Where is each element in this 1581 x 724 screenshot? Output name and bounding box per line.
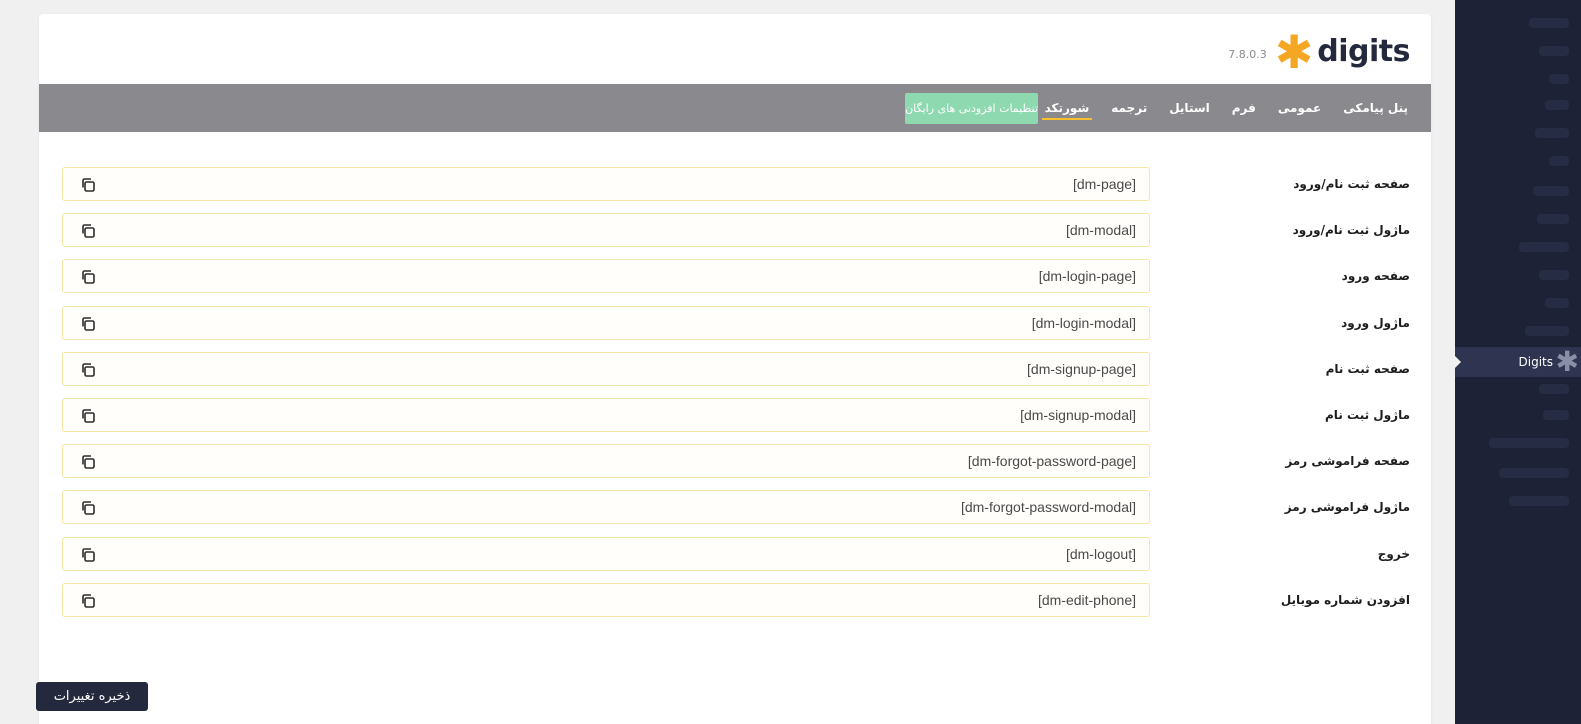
version-label: 7.8.0.3 — [1228, 48, 1267, 61]
tab-2[interactable]: فرم — [1221, 84, 1267, 132]
shortcode-row: ماژول ورود [dm-login-modal] — [39, 305, 1431, 340]
shortcode-value[interactable]: [dm-edit-phone] — [1038, 584, 1136, 616]
tab-3[interactable]: استایل — [1158, 84, 1221, 132]
tab-list: پنل پیامکی عمومی فرم استایل ترجمه شورتکد — [1034, 84, 1419, 132]
logo-text: digits — [1317, 34, 1410, 69]
sidebar-placeholder — [1509, 496, 1569, 506]
free-addons-settings-button[interactable]: تنظیمات افزودنی های رایگان — [905, 93, 1038, 124]
settings-navbar: پنل پیامکی عمومی فرم استایل ترجمه شورتکد تنظی… — [39, 84, 1431, 132]
shortcode-row: ماژول ثبت نام/ورود [dm-modal] — [39, 213, 1431, 248]
copy-icon[interactable] — [80, 454, 96, 470]
shortcode-row: افزودن شماره موبایل [dm-edit-phone] — [39, 582, 1431, 617]
tab-0[interactable]: پنل پیامکی — [1332, 84, 1419, 132]
save-changes-button[interactable]: ذخیره تغییرات — [36, 682, 148, 711]
shortcode-label: صفحه ثبت نام/ورود — [1293, 177, 1410, 191]
tab-1[interactable]: عمومی — [1267, 84, 1332, 132]
shortcode-value[interactable]: [dm-login-page] — [1039, 260, 1136, 292]
sidebar-item-digits[interactable]: Digits ✱ — [1455, 347, 1581, 377]
shortcode-field[interactable]: [dm-signup-modal] — [62, 398, 1150, 432]
shortcode-row: صفحه ثبت نام [dm-signup-page] — [39, 351, 1431, 386]
sidebar-placeholder — [1549, 74, 1569, 84]
shortcode-field[interactable]: [dm-login-modal] — [62, 305, 1150, 340]
tab-4[interactable]: ترجمه — [1100, 84, 1158, 132]
shortcode-label: ماژول ورود — [1341, 315, 1410, 330]
shortcode-field[interactable]: [dm-logout] — [62, 536, 1150, 571]
copy-icon[interactable] — [80, 223, 96, 239]
sidebar-placeholder — [1535, 128, 1569, 138]
brand: 7.8.0.3 ✱ digits — [1228, 25, 1410, 79]
digits-menu-icon: ✱ — [1555, 345, 1579, 378]
shortcode-field[interactable]: [dm-edit-phone] — [62, 582, 1150, 617]
shortcode-row: صفحه فراموشی رمز [dm-forgot-password-page… — [39, 444, 1431, 479]
shortcode-label: خروج — [1377, 546, 1410, 561]
shortcode-value[interactable]: [dm-page] — [1073, 168, 1136, 200]
sidebar-placeholder — [1529, 18, 1569, 28]
shortcode-field[interactable]: [dm-page] — [62, 167, 1150, 201]
sidebar-placeholder — [1519, 242, 1569, 252]
sidebar-placeholder — [1545, 100, 1569, 110]
shortcode-field[interactable]: [dm-modal] — [62, 213, 1150, 248]
copy-icon[interactable] — [80, 547, 96, 563]
sidebar-placeholder — [1539, 384, 1569, 394]
shortcode-field[interactable]: [dm-signup-page] — [62, 351, 1150, 386]
shortcode-label: ماژول ثبت نام/ورود — [1292, 223, 1410, 238]
copy-icon[interactable] — [80, 316, 96, 332]
sidebar-placeholder — [1537, 214, 1569, 224]
shortcode-field[interactable]: [dm-login-page] — [62, 259, 1150, 294]
shortcode-label: افزودن شماره موبایل — [1280, 592, 1410, 607]
sidebar-placeholder — [1533, 186, 1569, 196]
shortcode-label: ماژول فراموشی رمز — [1284, 500, 1410, 515]
sidebar-placeholder — [1539, 270, 1569, 280]
shortcode-value[interactable]: [dm-forgot-password-modal] — [961, 491, 1136, 523]
sidebar-item-label: Digits — [1518, 355, 1553, 369]
copy-icon[interactable] — [80, 500, 96, 516]
copy-icon[interactable] — [80, 408, 96, 424]
sidebar-placeholder — [1499, 468, 1569, 478]
sidebar-placeholder — [1543, 410, 1569, 420]
sidebar-placeholder — [1545, 298, 1569, 308]
shortcode-value[interactable]: [dm-login-modal] — [1032, 307, 1136, 339]
shortcode-field[interactable]: [dm-forgot-password-page] — [62, 444, 1150, 479]
shortcode-value[interactable]: [dm-signup-modal] — [1020, 399, 1136, 431]
shortcode-value[interactable]: [dm-modal] — [1066, 214, 1136, 246]
digits-logo-icon: ✱ — [1274, 25, 1314, 79]
sidebar-placeholder — [1525, 326, 1569, 336]
shortcode-label: صفحه ثبت نام — [1325, 361, 1410, 376]
tab-5[interactable]: شورتکد — [1034, 84, 1101, 132]
copy-icon[interactable] — [80, 593, 96, 609]
copy-icon[interactable] — [80, 177, 96, 193]
shortcode-value[interactable]: [dm-logout] — [1066, 538, 1136, 570]
admin-sidebar: Digits ✱ — [1455, 0, 1581, 724]
shortcode-row: صفحه ورود [dm-login-page] — [39, 259, 1431, 294]
shortcode-label: صفحه ورود — [1341, 269, 1410, 284]
sidebar-placeholder — [1539, 46, 1569, 56]
shortcode-label: ماژول ثبت نام — [1325, 408, 1410, 422]
shortcode-row: خروج [dm-logout] — [39, 536, 1431, 571]
copy-icon[interactable] — [80, 362, 96, 378]
shortcode-field[interactable]: [dm-forgot-password-modal] — [62, 490, 1150, 525]
shortcode-value[interactable]: [dm-signup-page] — [1027, 353, 1136, 385]
sidebar-placeholder — [1549, 156, 1569, 166]
shortcode-label: صفحه فراموشی رمز — [1285, 454, 1410, 469]
shortcode-row: ماژول ثبت نام [dm-signup-modal] — [39, 398, 1431, 432]
shortcode-row: ماژول فراموشی رمز [dm-forgot-password-mod… — [39, 490, 1431, 525]
shortcode-value[interactable]: [dm-forgot-password-page] — [968, 445, 1136, 477]
copy-icon[interactable] — [80, 269, 96, 285]
shortcode-row: صفحه ثبت نام/ورود [dm-page] — [39, 167, 1431, 201]
sidebar-placeholder — [1489, 438, 1569, 448]
active-pointer — [1455, 356, 1461, 368]
settings-card: 7.8.0.3 ✱ digits پنل پیامکی عمومی فرم استای… — [39, 14, 1431, 724]
